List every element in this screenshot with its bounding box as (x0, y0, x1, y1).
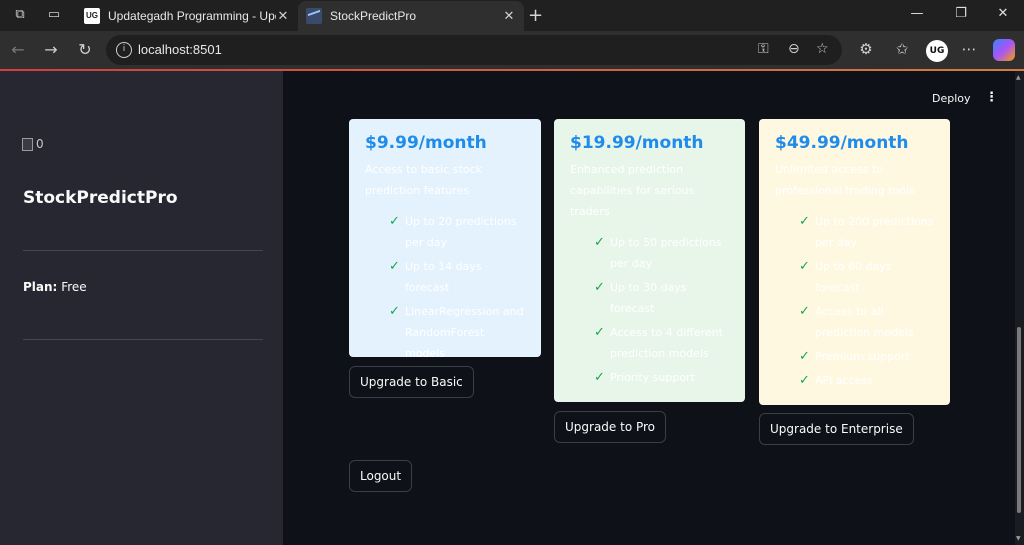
feature-item: ✓ Up to 200 predictions per day (799, 211, 934, 253)
check-icon: ✓ (799, 349, 810, 364)
check-icon: ✓ (799, 214, 810, 229)
feature-item: ✓ LinearRegression and RandomForest model… (389, 301, 525, 357)
url-text: localhost:8501 (138, 42, 222, 57)
plan-price: $9.99/month (365, 133, 487, 153)
check-icon: ✓ (799, 304, 810, 319)
scroll-thumb[interactable] (1017, 327, 1021, 513)
url-input[interactable]: i localhost:8501 ⚿ ⊖ ☆ (106, 35, 842, 65)
refresh-icon[interactable]: ↻ (75, 40, 95, 60)
feature-item: ✓ Up to 14 days forecast (389, 256, 525, 298)
divider (23, 339, 263, 340)
upgrade-pro-button[interactable]: Upgrade to Pro (554, 411, 667, 443)
check-icon: ✓ (594, 325, 605, 340)
tab-updategadh[interactable]: UG Updategadh Programming - Upd ✕ (76, 1, 298, 31)
close-tab-icon[interactable]: ✕ (502, 8, 516, 24)
new-tab-icon[interactable]: + (528, 5, 543, 26)
main-scrollbar[interactable]: ▲ ▼ (1015, 71, 1024, 545)
favorites-icon[interactable]: ✩ (892, 40, 912, 58)
check-icon: ✓ (389, 214, 400, 229)
plan-price: $19.99/month (570, 133, 704, 153)
logout-button[interactable]: Logout (349, 460, 413, 492)
feature-item: ✓ Access to all prediction models (799, 301, 934, 343)
forward-icon[interactable]: → (41, 40, 61, 60)
plan-status: Plan: Free (23, 280, 87, 294)
plan-card-enterprise: $49.99/month Unlimited access to profess… (759, 119, 950, 405)
app-title: StockPredictPro (23, 188, 178, 208)
site-info-icon[interactable]: i (116, 42, 132, 58)
main-menu-icon[interactable]: ⋮ (985, 90, 998, 105)
feature-item: ✓ Up to 60 days forecast (799, 256, 934, 298)
zoom-icon[interactable]: ⊖ (788, 41, 800, 57)
check-icon: ✓ (594, 370, 605, 385)
divider (23, 250, 263, 251)
feature-item: ✓ Up to 50 predictions per day (594, 232, 729, 274)
sidebar: 0 StockPredictPro Plan: Free (0, 71, 283, 545)
check-icon: ✓ (389, 259, 400, 274)
image-alt-text: 0 (36, 137, 44, 151)
check-icon: ✓ (799, 259, 810, 274)
extensions-icon[interactable]: ⚙ (856, 40, 876, 58)
feature-item: ✓ Premium support (799, 346, 934, 367)
plan-card-basic: $9.99/month Access to basic stock predic… (349, 119, 541, 357)
plan-description: Unlimited access to professional trading… (775, 163, 915, 197)
plan-price: $49.99/month (775, 133, 909, 153)
restore-icon[interactable]: ❐ (951, 6, 971, 21)
feature-list: ✓ Up to 50 predictions per day ✓ Up to 30 … (570, 232, 729, 388)
logo-image: 0 (22, 137, 44, 151)
plan-value: Free (61, 280, 87, 294)
close-tab-icon[interactable]: ✕ (276, 8, 290, 24)
address-bar-row: ← → ↻ i localhost:8501 ⚿ ⊖ ☆ ⚙ ✩ ⋯ (0, 31, 1024, 69)
check-icon: ✓ (594, 235, 605, 250)
upgrade-basic-button[interactable]: Upgrade to Basic (349, 366, 474, 398)
plan-card-pro: $19.99/month Enhanced prediction capabil… (554, 119, 745, 402)
tab-title: StockPredictPro (330, 9, 417, 23)
tab-stockpredictpro[interactable]: StockPredictPro ✕ (298, 1, 524, 31)
scroll-down-icon[interactable]: ▼ (1016, 535, 1021, 542)
deploy-button[interactable]: Deploy (932, 92, 971, 105)
chart-favicon-icon (306, 8, 322, 24)
close-window-icon[interactable]: ✕ (993, 6, 1013, 21)
scroll-up-icon[interactable]: ▲ (1016, 74, 1021, 81)
feature-item: ✓ Up to 20 predictions per day (389, 211, 525, 253)
plan-label: Plan: (23, 280, 58, 294)
broken-image-icon (22, 137, 33, 151)
back-icon[interactable]: ← (8, 40, 28, 60)
main-content: Deploy ⋮ $9.99/month Access to basic sto… (283, 71, 1015, 545)
feature-item: ✓ API access (799, 370, 934, 391)
workspaces-icon[interactable]: ⧉ (12, 7, 28, 23)
check-icon: ✓ (389, 304, 400, 319)
updategadh-favicon-icon: UG (84, 8, 100, 24)
profile-avatar[interactable]: UG (926, 40, 948, 62)
feature-item: ✓ Up to 30 days forecast (594, 277, 729, 319)
feature-item: ✓ Access to 4 different prediction models (594, 322, 729, 364)
check-icon: ✓ (594, 280, 605, 295)
password-key-icon[interactable]: ⚿ (758, 41, 769, 57)
tab-actions-icon[interactable]: ▭ (46, 7, 62, 23)
feature-item: ✓ Priority support (594, 367, 729, 388)
check-icon: ✓ (799, 373, 810, 388)
upgrade-enterprise-button[interactable]: Upgrade to Enterprise (759, 413, 914, 445)
plan-description: Enhanced prediction capabilities for ser… (570, 163, 695, 218)
favorite-star-icon[interactable]: ☆ (816, 41, 829, 57)
minimize-icon[interactable]: — (907, 6, 927, 21)
browser-tab-bar: ⧉ ▭ UG Updategadh Programming - Upd ✕ St… (0, 0, 1024, 31)
tab-title: Updategadh Programming - Upd (108, 9, 276, 23)
feature-list: ✓ Up to 20 predictions per day ✓ Up to 14 … (365, 211, 525, 357)
plan-description: Access to basic stock prediction feature… (365, 163, 482, 197)
copilot-icon[interactable] (993, 39, 1015, 61)
feature-list: ✓ Up to 200 predictions per day ✓ Up to 60… (775, 211, 934, 391)
more-menu-icon[interactable]: ⋯ (959, 40, 979, 58)
